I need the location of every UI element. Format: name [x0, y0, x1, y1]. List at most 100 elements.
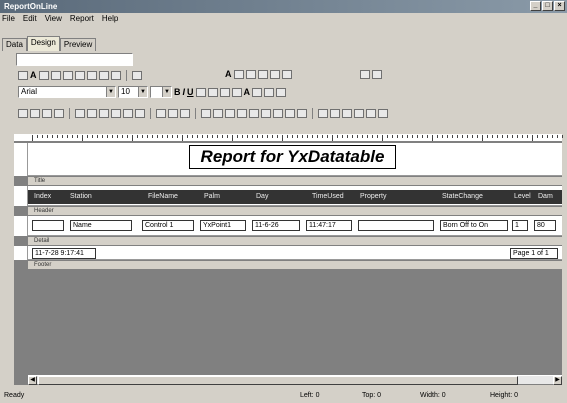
chevron-down-icon[interactable]: ▼	[138, 87, 147, 97]
label-tool-icon[interactable]: A	[30, 71, 37, 80]
properties-icon[interactable]	[366, 109, 376, 118]
pointer-icon[interactable]	[18, 71, 28, 80]
copy-icon[interactable]	[168, 109, 178, 118]
font-color-icon[interactable]: A	[244, 87, 251, 97]
bold-icon[interactable]: B	[174, 87, 181, 97]
line-tool-icon[interactable]	[62, 71, 73, 80]
footer-datetime-field[interactable]: 11-7-28 9:17:41	[32, 248, 96, 259]
column-header-filename[interactable]: FileName	[148, 190, 178, 204]
preview-icon[interactable]	[111, 109, 121, 118]
column-header-level[interactable]: Level	[514, 190, 531, 204]
column-header-dam[interactable]: Dam	[538, 190, 553, 204]
text-align-left-icon[interactable]	[195, 87, 206, 97]
italic-icon[interactable]: I	[183, 87, 186, 97]
column-header-statechange[interactable]: StateChange	[442, 190, 483, 204]
report-title[interactable]: Report for YxDatatable	[189, 145, 396, 169]
chevron-down-icon[interactable]: ▼	[106, 87, 115, 97]
menu-view[interactable]: View	[45, 13, 62, 25]
snap-icon[interactable]	[372, 70, 382, 79]
scrollbar-thumb[interactable]	[38, 376, 518, 385]
column-header-day[interactable]: Day	[256, 190, 268, 204]
cut-icon[interactable]	[156, 109, 166, 118]
move-down-icon[interactable]	[261, 109, 271, 118]
tab-data[interactable]: Data	[2, 38, 27, 51]
shape-tool-icon[interactable]	[74, 71, 85, 80]
print-icon[interactable]	[123, 109, 133, 118]
options-icon[interactable]	[378, 109, 388, 118]
field-statechange[interactable]: Born Off to On	[440, 220, 508, 231]
column-header-index[interactable]: Index	[34, 190, 51, 204]
field-filename[interactable]: Control 1	[142, 220, 194, 231]
new-icon[interactable]	[75, 109, 85, 118]
send-back-icon[interactable]	[213, 109, 223, 118]
align-center-icon[interactable]	[245, 70, 256, 79]
page-setup-icon[interactable]	[318, 109, 328, 118]
tab-preview[interactable]: Preview	[59, 38, 97, 51]
horizontal-scrollbar[interactable]: ◀ ▶	[28, 375, 562, 385]
field-property[interactable]	[358, 220, 434, 231]
redo-icon[interactable]	[30, 109, 40, 118]
column-header-property[interactable]: Property	[360, 190, 386, 204]
align-top-icon[interactable]	[269, 70, 280, 79]
chevron-down-icon[interactable]: ▼	[162, 87, 171, 97]
field-station[interactable]: Name	[70, 220, 132, 231]
field-day[interactable]: 11-6-26	[252, 220, 300, 231]
object-name-box[interactable]	[16, 53, 133, 66]
image-tool-icon[interactable]	[86, 71, 97, 80]
space-icon[interactable]	[285, 109, 295, 118]
field-dam[interactable]: 80	[534, 220, 556, 231]
move-up-icon[interactable]	[249, 109, 259, 118]
table-icon[interactable]	[297, 109, 307, 118]
border-icon[interactable]	[264, 87, 275, 97]
font-style-select[interactable]: ▼	[150, 86, 172, 98]
print-preview-icon[interactable]	[135, 109, 145, 118]
tab-design[interactable]: Design	[26, 36, 60, 51]
zoom-out-icon[interactable]	[54, 109, 64, 118]
chart-tool-icon[interactable]	[98, 71, 109, 80]
field-tool-icon[interactable]	[38, 71, 49, 80]
footer-page-field[interactable]: Page 1 of 1	[510, 248, 558, 259]
text-justify-icon[interactable]	[231, 87, 242, 97]
align-right-icon[interactable]	[257, 70, 268, 79]
text-align-center-icon[interactable]	[207, 87, 218, 97]
font-name-select[interactable]: Arial ▼	[18, 86, 116, 98]
arrange-icon[interactable]	[342, 109, 352, 118]
maximize-button[interactable]: □	[542, 1, 553, 11]
menu-report[interactable]: Report	[70, 13, 94, 25]
band-icon[interactable]	[330, 109, 340, 118]
column-header-palm[interactable]: Palm	[204, 190, 220, 204]
underline-icon[interactable]: U	[187, 87, 194, 97]
align-bottom-icon[interactable]	[281, 70, 292, 79]
align-left-icon[interactable]	[233, 70, 244, 79]
menu-file[interactable]: File	[2, 13, 15, 25]
save-icon[interactable]	[99, 109, 109, 118]
ungroup-icon[interactable]	[237, 109, 247, 118]
field-level[interactable]: 1	[512, 220, 528, 231]
column-header-timeused[interactable]: TimeUsed	[312, 190, 344, 204]
minimize-button[interactable]: _	[530, 1, 541, 11]
frame-icon[interactable]	[276, 87, 287, 97]
font-size-select[interactable]: 10 ▼	[118, 86, 148, 98]
open-icon[interactable]	[87, 109, 97, 118]
grid-icon[interactable]	[360, 70, 370, 79]
scroll-left-icon[interactable]: ◀	[28, 376, 37, 385]
footer-band[interactable]	[28, 246, 562, 260]
fill-color-icon[interactable]	[252, 87, 263, 97]
field-index[interactable]	[32, 220, 64, 231]
distribute-icon[interactable]	[354, 109, 364, 118]
field-palm[interactable]: YxPoint1	[200, 220, 246, 231]
size-icon[interactable]	[273, 109, 283, 118]
column-header-station[interactable]: Station	[70, 190, 92, 204]
paste-icon[interactable]	[180, 109, 190, 118]
menu-help[interactable]: Help	[102, 13, 118, 25]
zoom-in-icon[interactable]	[42, 109, 52, 118]
text-align-right-icon[interactable]	[219, 87, 230, 97]
group-icon[interactable]	[225, 109, 235, 118]
undo-icon[interactable]	[18, 109, 28, 118]
bring-front-icon[interactable]	[201, 109, 211, 118]
memo-tool-icon[interactable]	[50, 71, 61, 80]
barcode-tool-icon[interactable]	[110, 71, 121, 80]
scroll-right-icon[interactable]: ▶	[553, 376, 562, 385]
lock-icon[interactable]	[131, 71, 142, 80]
close-button[interactable]: ×	[554, 1, 565, 11]
